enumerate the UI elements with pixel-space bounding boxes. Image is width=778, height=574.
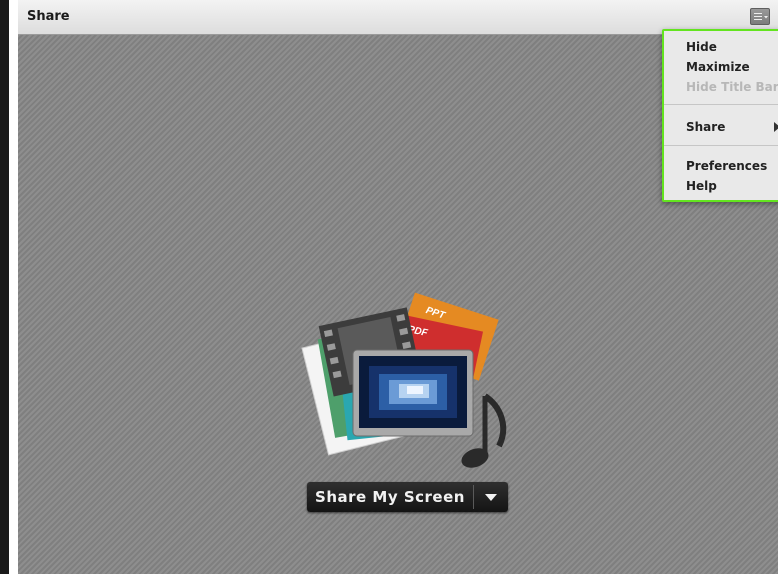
share-pod: Share PPT PDF Share My Screen Hide Maxim…: [0, 0, 778, 574]
menu-separator: [664, 145, 778, 146]
pod-options-menu: Hide Maximize Hide Title Bar Share Prefe…: [662, 29, 778, 202]
menu-separator: [664, 104, 778, 105]
share-my-screen-button[interactable]: Share My Screen: [307, 482, 508, 512]
pod-title: Share: [27, 9, 70, 24]
menu-item-hide-title-bar: Hide Title Bar: [686, 80, 778, 94]
menu-item-share[interactable]: Share: [686, 120, 725, 134]
menu-item-help[interactable]: Help: [686, 179, 717, 193]
share-options-dropdown[interactable]: [474, 482, 508, 512]
menu-lines-icon: [754, 13, 768, 20]
menu-item-hide[interactable]: Hide: [686, 40, 717, 54]
share-my-screen-label: Share My Screen: [315, 488, 465, 506]
menu-item-maximize[interactable]: Maximize: [686, 60, 750, 74]
pod-options-button[interactable]: [750, 8, 770, 25]
chevron-down-icon: [485, 494, 497, 501]
submenu-arrow-icon: [774, 122, 778, 132]
share-content-illustration: PPT PDF: [301, 292, 507, 468]
menu-item-preferences[interactable]: Preferences: [686, 159, 767, 173]
